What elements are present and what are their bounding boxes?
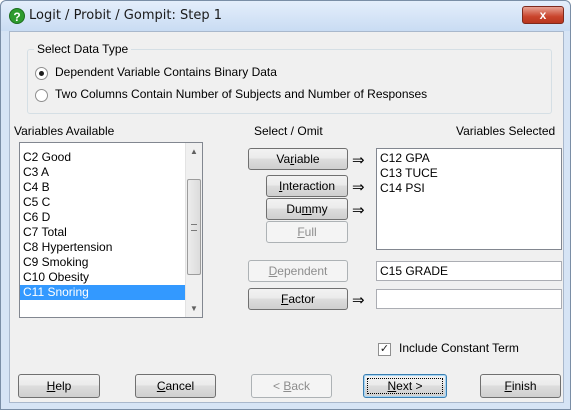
list-item[interactable]: C5 C xyxy=(20,195,202,210)
window-title: Logit / Probit / Gompit: Step 1 xyxy=(29,8,222,23)
include-constant-label[interactable]: Include Constant Term xyxy=(399,341,519,355)
help-question-icon: ? xyxy=(9,8,25,24)
list-item[interactable]: C4 B xyxy=(20,180,202,195)
close-button[interactable]: x xyxy=(522,6,564,24)
select-data-type-legend: Select Data Type xyxy=(37,42,129,56)
dialog-window: ? Logit / Probit / Gompit: Step 1 x Sele… xyxy=(0,0,571,410)
dummy-arrow-icon: ⇒ xyxy=(352,201,365,219)
available-list-scrollbar[interactable]: ▲ ▼ xyxy=(185,143,202,317)
interaction-arrow-icon: ⇒ xyxy=(352,178,365,196)
list-item[interactable]: C2 Good xyxy=(20,150,202,165)
interaction-button[interactable]: Interaction xyxy=(266,175,348,197)
variables-selected-label: Variables Selected xyxy=(456,124,556,138)
full-button[interactable]: Full xyxy=(266,221,348,243)
variables-selected-list[interactable]: C12 GPA C13 TUCE C14 PSI xyxy=(376,148,562,250)
finish-button[interactable]: Finish xyxy=(480,374,561,398)
dependent-field[interactable]: C15 GRADE xyxy=(376,261,562,281)
list-item[interactable]: C7 Total xyxy=(20,225,202,240)
back-button[interactable]: < Back xyxy=(251,374,332,398)
factor-field[interactable] xyxy=(376,289,562,309)
list-item[interactable]: C8 Hypertension xyxy=(20,240,202,255)
dialog-body: Select Data Type Dependent Variable Cont… xyxy=(9,31,564,403)
list-item[interactable]: C13 TUCE xyxy=(377,166,561,181)
scroll-thumb[interactable] xyxy=(187,179,201,275)
list-item[interactable]: C6 D xyxy=(20,210,202,225)
scroll-down-arrow-icon[interactable]: ▼ xyxy=(186,300,202,317)
list-item-selected[interactable]: C11 Snoring xyxy=(20,285,202,300)
scroll-up-arrow-icon[interactable]: ▲ xyxy=(186,143,202,160)
list-item[interactable]: C10 Obesity xyxy=(20,270,202,285)
cancel-button[interactable]: Cancel xyxy=(135,374,216,398)
variables-available-label: Variables Available xyxy=(14,124,115,138)
binary-data-radio[interactable] xyxy=(35,67,48,80)
variable-button[interactable]: Variable xyxy=(248,148,348,170)
scroll-grip-icon xyxy=(191,224,197,231)
select-omit-label: Select / Omit xyxy=(254,124,323,138)
dummy-button[interactable]: Dummy xyxy=(266,198,348,220)
two-columns-radio[interactable] xyxy=(35,89,48,102)
list-item[interactable]: C9 Smoking xyxy=(20,255,202,270)
binary-data-label[interactable]: Dependent Variable Contains Binary Data xyxy=(55,65,277,79)
close-icon: x xyxy=(539,8,547,22)
variable-arrow-icon: ⇒ xyxy=(352,151,365,169)
include-constant-checkbox[interactable]: ✓ xyxy=(378,343,391,356)
factor-arrow-icon: ⇒ xyxy=(352,291,365,309)
next-button[interactable]: Next > xyxy=(363,374,447,398)
list-item[interactable]: C3 A xyxy=(20,165,202,180)
help-button[interactable]: Help xyxy=(18,374,100,398)
list-item[interactable]: C12 GPA xyxy=(377,151,561,166)
dependent-button[interactable]: Dependent xyxy=(248,260,348,282)
variables-available-list[interactable]: C2 Good C3 A C4 B C5 C C6 D C7 Total C8 … xyxy=(19,142,203,318)
list-item[interactable]: C14 PSI xyxy=(377,181,561,196)
title-bar[interactable]: ? Logit / Probit / Gompit: Step 1 x xyxy=(1,1,570,31)
two-columns-label[interactable]: Two Columns Contain Number of Subjects a… xyxy=(55,87,427,101)
factor-button[interactable]: Factor xyxy=(248,288,348,310)
